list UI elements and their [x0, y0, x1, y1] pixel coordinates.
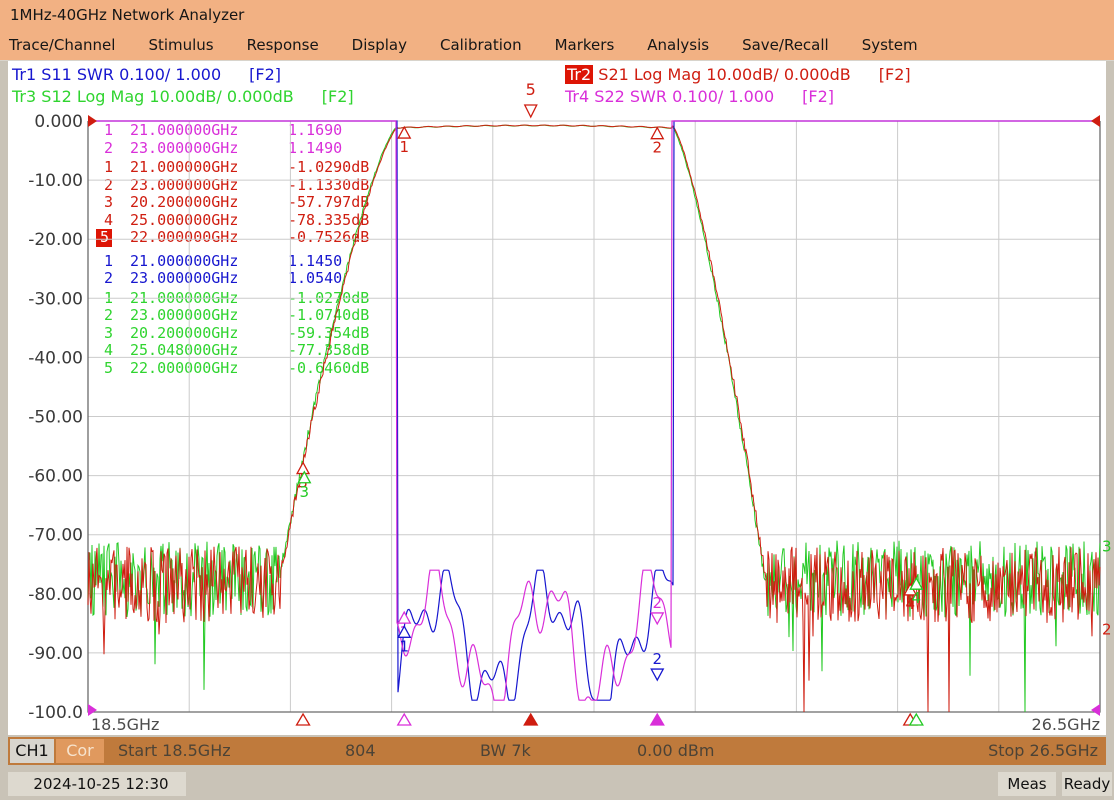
marker-table-tr1: 121.000000GHz1.1450 223.000000GHz1.0540: [96, 253, 396, 288]
trace-desc: S12 Log Mag 10.00dB/ 0.000dB: [41, 87, 293, 106]
trace-status-tr1[interactable]: Tr1 S11 SWR 0.100/ 1.000 [F2]: [12, 65, 281, 84]
if-bandwidth-label: BW 7k: [480, 741, 531, 760]
marker-row-active: 522.000000GHz-0.7526dB: [96, 229, 396, 247]
window-title: 1MHz-40GHz Network Analyzer: [10, 6, 244, 24]
trace-desc: S21 Log Mag 10.00dB/ 0.000dB: [598, 65, 850, 84]
trace-status-tr4[interactable]: Tr4 S22 SWR 0.100/ 1.000 [F2]: [565, 87, 834, 106]
menu-analysis[interactable]: Analysis: [647, 36, 709, 54]
datetime-label: 2024-10-25 12:30: [8, 772, 186, 796]
trace-desc: S11 SWR 0.100/ 1.000: [41, 65, 221, 84]
menu-save-recall[interactable]: Save/Recall: [742, 36, 829, 54]
menu-display[interactable]: Display: [352, 36, 407, 54]
trace-fkey: [F2]: [249, 65, 281, 84]
marker-row: 121.000000GHz-1.0270dB: [96, 290, 396, 308]
title-bar: 1MHz-40GHz Network Analyzer: [0, 0, 1114, 30]
marker-row: 121.000000GHz1.1690: [96, 122, 396, 140]
marker-row: 425.048000GHz-77.358dB: [96, 342, 396, 360]
trace-id: Tr4: [565, 87, 589, 106]
menu-response[interactable]: Response: [247, 36, 319, 54]
trace-fkey: [F2]: [322, 87, 354, 106]
trace-id-active: Tr2: [565, 65, 593, 84]
channel-select-button[interactable]: CH1: [10, 739, 54, 763]
display-area: Tr1 S11 SWR 0.100/ 1.000 [F2] Tr3 S12 Log…: [8, 61, 1106, 735]
status-bar: 2024-10-25 12:30 Meas Ready: [0, 766, 1114, 800]
correction-indicator[interactable]: Cor: [56, 739, 104, 763]
menu-stimulus[interactable]: Stimulus: [148, 36, 213, 54]
power-level-label: 0.00 dBm: [637, 741, 714, 760]
ready-status: Ready: [1062, 772, 1112, 796]
trace-id: Tr1: [12, 65, 36, 84]
menu-markers[interactable]: Markers: [555, 36, 615, 54]
marker-row: 522.000000GHz-0.6460dB: [96, 360, 396, 378]
channel-bar: CH1 Cor Start 18.5GHz 804 BW 7k 0.00 dBm…: [8, 737, 1106, 765]
marker-row: 121.000000GHz-1.0290dB: [96, 159, 396, 177]
app-window: 1MHz-40GHz Network Analyzer Trace/Channe…: [0, 0, 1114, 800]
menu-system[interactable]: System: [862, 36, 918, 54]
menu-calibration[interactable]: Calibration: [440, 36, 522, 54]
marker-row: 223.000000GHz-1.0740dB: [96, 307, 396, 325]
menu-bar: Trace/Channel Stimulus Response Display …: [0, 30, 1114, 61]
trace-fkey: [F2]: [879, 65, 911, 84]
meas-status: Meas: [998, 772, 1056, 796]
trace-fkey: [F2]: [802, 87, 834, 106]
marker-row: 425.000000GHz-78.335dB: [96, 212, 396, 230]
marker-table-tr3: 121.000000GHz-1.0270dB 223.000000GHz-1.0…: [96, 290, 396, 378]
stop-frequency-label: Stop 26.5GHz: [988, 741, 1098, 760]
marker-row: 121.000000GHz1.1450: [96, 253, 396, 271]
trace-desc: S22 SWR 0.100/ 1.000: [594, 87, 774, 106]
marker-row: 320.200000GHz-59.354dB: [96, 325, 396, 343]
trace-id: Tr3: [12, 87, 36, 106]
marker-row: 320.200000GHz-57.797dB: [96, 194, 396, 212]
marker-readout-tables: 121.000000GHz1.1690 223.000000GHz1.1490 …: [96, 122, 396, 377]
marker-table-tr4: 121.000000GHz1.1690 223.000000GHz1.1490: [96, 122, 396, 157]
marker-table-tr2: 121.000000GHz-1.0290dB 223.000000GHz-1.1…: [96, 159, 396, 247]
trace-status-tr2[interactable]: Tr2 S21 Log Mag 10.00dB/ 0.000dB [F2]: [565, 65, 911, 84]
trace-status-tr3[interactable]: Tr3 S12 Log Mag 10.00dB/ 0.000dB [F2]: [12, 87, 354, 106]
marker-row: 223.000000GHz-1.1330dB: [96, 177, 396, 195]
sweep-points-label: 804: [345, 741, 376, 760]
start-frequency-label: Start 18.5GHz: [118, 741, 231, 760]
marker-row: 223.000000GHz1.0540: [96, 270, 396, 288]
menu-trace-channel[interactable]: Trace/Channel: [9, 36, 115, 54]
marker-row: 223.000000GHz1.1490: [96, 140, 396, 158]
